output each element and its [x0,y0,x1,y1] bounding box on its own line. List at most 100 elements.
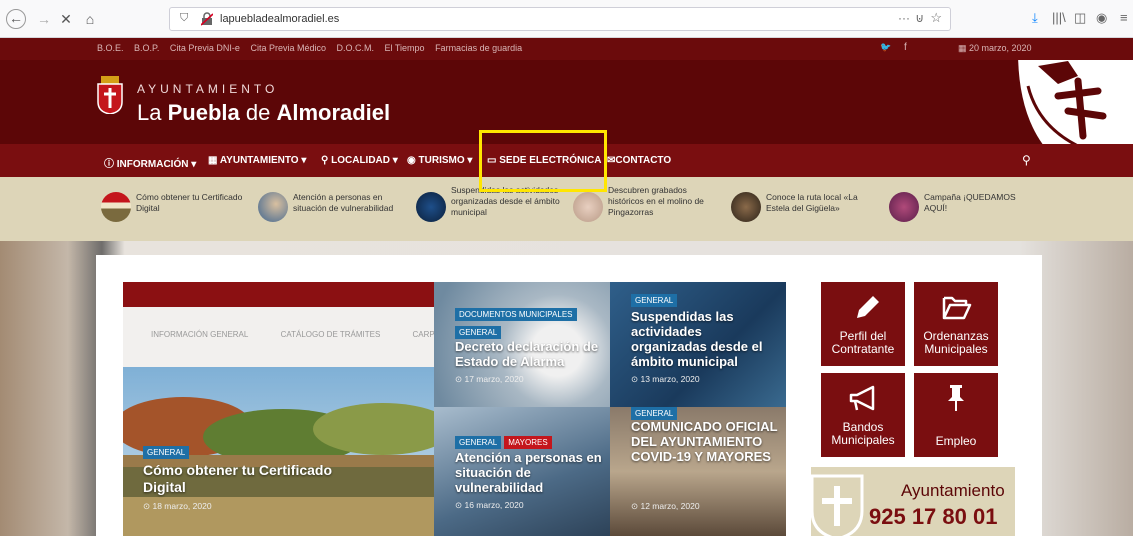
logo-la: La [137,100,168,125]
ticker-item[interactable]: Cómo obtener tu Certificado Digital [101,189,251,229]
nav-localidad[interactable]: ⚲ LOCALIDAD ▾ [321,155,398,166]
ticker-item[interactable]: Campaña ¡QUEDAMOS AQUÍ! [889,189,1039,229]
top-link[interactable]: D.O.C.M. [337,43,375,53]
ticker-text: Cómo obtener tu Certificado Digital [136,192,243,213]
category-badge[interactable]: GENERAL [455,436,502,449]
nav-turismo[interactable]: ◉ TURISMO ▾ [407,155,472,166]
current-date: ▦ 20 marzo, 2020 [958,43,1032,54]
logo-subtitle[interactable]: AYUNTAMIENTO [137,82,278,96]
ticker-item[interactable]: Conoce la ruta local «La Estela del Gigü… [731,189,881,229]
phone-number[interactable]: 925 17 80 01 [869,504,997,530]
featured-web-menu: INFORMACIÓN GENERAL CATÁLOGO DE TRÁMITES… [151,330,434,339]
page-actions-icon[interactable]: ··· [898,11,910,25]
nav-informacion[interactable]: ⓘ INFORMACIÓN ▾ [104,155,196,170]
ticker-item[interactable]: Descubren grabados históricos en el moli… [573,185,723,229]
news-tile[interactable]: GENERAL MAYORES Atención a personas en si… [434,407,610,536]
tile-date: ⊙ 17 marzo, 2020 [455,374,524,384]
web-menu-item: CARPETA [412,330,434,339]
quick-link-bandos[interactable]: Bandos Municipales [821,373,905,457]
ticker-text: Conoce la ruta local «La Estela del Gigü… [766,192,858,213]
featured-date: ⊙ 18 marzo, 2020 [143,501,212,511]
quick-link-perfil-contratante[interactable]: Perfil del Contratante [821,282,905,366]
browser-toolbar: ← → ✕ ⌂ ⛉ lapuebladealmoradiel.es ··· ⊍ … [0,0,1133,38]
quick-link-label: Perfil del Contratante [821,330,905,356]
category-badge[interactable]: DOCUMENTOS MUNICIPALES [455,308,577,321]
pocket-icon[interactable]: ⊍ [915,11,924,25]
twitter-icon[interactable]: 🐦 [880,42,891,52]
top-link[interactable]: Cita Previa Médico [250,43,326,53]
url-text[interactable]: lapuebladealmoradiel.es [220,13,339,25]
label-line: Municipales [831,433,895,447]
insecure-lock-icon[interactable] [201,12,213,26]
nav-label: TURISMO ▾ [418,155,473,166]
featured-title[interactable]: Cómo obtener tu Certificado Digital [143,462,343,496]
tile-date: ⊙ 16 marzo, 2020 [455,500,524,510]
megaphone-icon [849,385,875,411]
tile-title[interactable]: Suspendidas las actividades organizadas … [631,309,781,369]
town-crest-icon[interactable] [96,76,124,114]
tile-title[interactable]: Decreto declaración de Estado de Alarma [455,339,605,369]
category-badge[interactable]: GENERAL [143,446,190,459]
highlight-annotation [479,130,607,192]
nav-ayuntamiento[interactable]: ▦ AYUNTAMIENTO ▾ [208,155,306,166]
category-badge[interactable]: MAYORES [504,436,552,449]
camera-icon: ◉ [407,155,416,166]
ticker-thumbnail [731,192,761,222]
featured-news-tile[interactable]: INFORMACIÓN GENERAL CATÁLOGO DE TRÁMITES… [123,282,434,536]
top-link[interactable]: B.O.P. [134,43,159,53]
label-line: Contratante [831,342,895,356]
label-line: Ordenanzas [923,329,989,343]
nav-contacto[interactable]: ✉CONTACTO [607,155,671,166]
quick-link-label: Empleo [914,435,998,448]
nav-label: CONTACTO [615,155,672,166]
quick-link-ordenanzas[interactable]: Ordenanzas Municipales [914,282,998,366]
facebook-icon[interactable]: f [904,42,907,53]
category-badge[interactable]: GENERAL [631,294,678,307]
featured-web-preview: INFORMACIÓN GENERAL CATÁLOGO DE TRÁMITES… [123,307,434,367]
url-bar[interactable]: ⛉ lapuebladealmoradiel.es ··· ⊍ ☆ [169,7,951,31]
account-icon[interactable]: ◉ [1096,10,1107,26]
top-link[interactable]: El Tiempo [385,43,425,53]
label-line: Bandos [842,420,884,434]
bookmark-star-icon[interactable]: ☆ [930,10,942,26]
category-badge[interactable]: GENERAL [455,326,502,339]
info-icon: ⓘ [104,159,114,170]
shield-icon[interactable]: ⛉ [180,12,188,25]
tile-title[interactable]: COMUNICADO OFICIAL DEL AYUNTAMIENTO COVI… [631,419,781,464]
tile-date: ⊙ 13 marzo, 2020 [631,374,700,384]
featured-badges: GENERAL [143,442,192,460]
sidebar-icon[interactable]: ◫ [1074,10,1086,26]
quick-link-empleo[interactable]: Empleo [914,373,998,457]
top-link[interactable]: Cita Previa DNI-e [170,43,240,53]
search-icon[interactable]: ⚲ [1022,153,1031,167]
logo-title[interactable]: La Puebla de Almoradiel [137,100,390,126]
library-icon[interactable]: |||\ [1052,10,1066,25]
nav-label: INFORMACIÓN ▾ [116,159,197,170]
web-menu-item: CATÁLOGO DE TRÁMITES [280,330,381,339]
label-line: Perfil del [839,329,887,343]
top-utility-bar: B.O.E. B.O.P. Cita Previa DNI-e Cita Pre… [0,38,1133,60]
menu-icon[interactable]: ≡ [1120,10,1128,25]
news-tile[interactable]: DOCUMENTOS MUNICIPALES GENERAL Decreto d… [434,282,610,407]
location-icon: ⚲ [321,155,329,166]
ticker-item[interactable]: Atención a personas en situación de vuln… [258,189,408,229]
quick-link-label: Ordenanzas Municipales [914,330,998,356]
top-link[interactable]: B.O.E. [97,43,124,53]
quick-link-label: Bandos Municipales [821,421,905,447]
top-link[interactable]: Farmacias de guardia [435,43,522,53]
news-tile[interactable]: GENERAL Suspendidas las actividades orga… [610,282,786,407]
news-tile[interactable]: GENERAL COMUNICADO OFICIAL DEL AYUNTAMIE… [610,407,786,536]
date-text: 20 marzo, 2020 [969,43,1032,53]
home-button[interactable]: ⌂ [80,9,100,29]
phone-contact-box[interactable]: Ayuntamiento 925 17 80 01 [811,467,1015,536]
back-button[interactable]: ← [6,9,26,29]
ticker-item[interactable]: Suspendidas las actividades organizadas … [416,185,566,229]
ticker-thumbnail [101,192,131,222]
logo-de: de [239,100,277,125]
download-icon[interactable]: ⤓ [1032,10,1038,26]
pencil-icon [857,296,879,318]
tile-title[interactable]: Atención a personas en situación de vuln… [455,450,605,495]
forward-button[interactable]: → [34,9,54,29]
stop-button[interactable]: ✕ [56,9,76,29]
top-links: B.O.E. B.O.P. Cita Previa DNI-e Cita Pre… [97,43,530,53]
